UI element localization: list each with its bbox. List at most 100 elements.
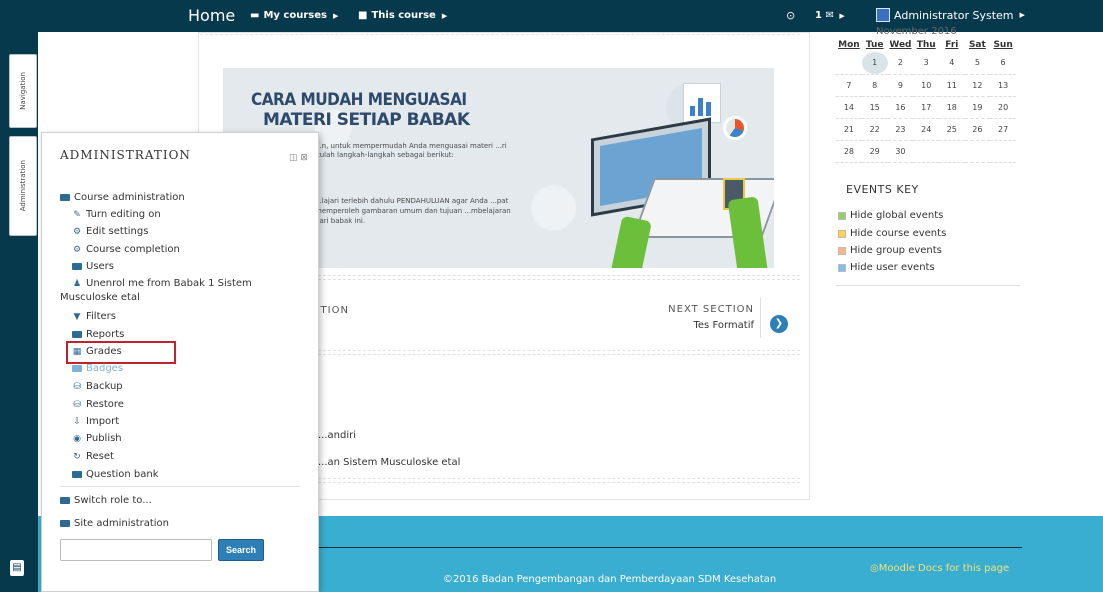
restore-link[interactable]: ⛁ Restore: [72, 399, 124, 410]
calendar-month: November 2016: [876, 26, 957, 37]
calendar-day[interactable]: 20: [990, 96, 1016, 119]
question-bank-node[interactable]: Question bank: [72, 469, 159, 480]
next-section-name[interactable]: Tes Formatif: [660, 320, 755, 331]
calendar-day[interactable]: 8: [861, 74, 888, 97]
day-header: Sat: [968, 40, 986, 50]
import-link[interactable]: ⇩ Import: [72, 416, 119, 427]
day-header: Sun: [993, 40, 1013, 50]
backup-link[interactable]: ⛁ Backup: [72, 381, 123, 392]
calendar-day[interactable]: 29: [861, 140, 888, 163]
dock-tab-administration-label: Administration: [19, 160, 27, 212]
event-toggle-course[interactable]: Hide course events: [838, 228, 946, 239]
dock-toggle-icon[interactable]: ▤: [10, 560, 24, 576]
unenrol-link[interactable]: ♟ Unenrol me from Babak 1 Sistem: [72, 278, 252, 289]
switch-role-node[interactable]: Switch role to...: [60, 495, 152, 506]
activity-link[interactable]: ...an Sistem Musculoske etal: [318, 457, 460, 468]
course-administration-node[interactable]: Course administration: [60, 192, 185, 203]
folder-icon: [60, 194, 70, 201]
reports-node[interactable]: Reports: [72, 329, 124, 340]
event-toggle-user[interactable]: Hide user events: [838, 262, 935, 273]
calendar-day[interactable]: 18: [939, 96, 965, 119]
course-completion-link[interactable]: ⚙ Course completion: [72, 244, 180, 255]
calendar-day[interactable]: 16: [887, 96, 914, 119]
next-section-title[interactable]: NEXT SECTION: [660, 304, 754, 315]
calendar-day[interactable]: 6: [990, 52, 1016, 75]
calendar-day[interactable]: 10: [913, 74, 940, 97]
calendar-day[interactable]: 2: [887, 52, 914, 75]
help-icon[interactable]: ⊙: [786, 9, 795, 22]
moodle-page: Home ▬ My courses ▶ ■ This course ▶ ⊙ 1 …: [0, 0, 1103, 592]
event-toggle-global[interactable]: Hide global events: [838, 210, 943, 221]
pencil-icon: ✎: [73, 209, 81, 220]
dock-tab-administration[interactable]: Administration: [9, 136, 37, 236]
events-key-title: EVENTS KEY: [846, 183, 919, 196]
calendar-day[interactable]: 4: [939, 52, 965, 75]
calendar-day[interactable]: 7: [836, 74, 862, 97]
site-administration-node[interactable]: Site administration: [60, 518, 169, 529]
calendar-day[interactable]: 25: [939, 118, 965, 141]
calendar-day[interactable]: 11: [939, 74, 965, 97]
calendar-day-today[interactable]: 1: [861, 52, 888, 75]
calendar-day[interactable]: 9: [887, 74, 914, 97]
menu-label: Unenrol me from Babak 1 Sistem: [86, 278, 252, 289]
calendar-day[interactable]: 5: [964, 52, 991, 75]
calendar-day[interactable]: 26: [964, 118, 991, 141]
book-icon: ■: [358, 10, 368, 21]
reset-link[interactable]: ↻ Reset: [72, 451, 114, 462]
grades-link[interactable]: ▦ Grades: [72, 346, 122, 357]
calendar-day[interactable]: 14: [836, 96, 862, 119]
calendar-day[interactable]: 22: [861, 118, 888, 141]
day-header: Tue: [865, 40, 884, 50]
calendar-day[interactable]: 23: [887, 118, 914, 141]
calendar-day[interactable]: 30: [887, 140, 914, 163]
calendar-day[interactable]: 24: [913, 118, 940, 141]
switch-role-label: Switch role to...: [74, 495, 152, 506]
edit-settings-link[interactable]: ⚙ Edit settings: [72, 226, 148, 237]
calendar-day[interactable]: 13: [990, 74, 1016, 97]
next-section-arrow-icon[interactable]: ❯: [770, 315, 788, 333]
filter-icon: ▼: [73, 311, 81, 322]
dock-tab-navigation[interactable]: Navigation: [9, 54, 37, 128]
gear-icon: ⚙: [72, 244, 82, 255]
admin-search-input[interactable]: [60, 539, 212, 561]
user-icon: ♟: [72, 278, 82, 289]
folder-icon: [72, 471, 82, 478]
moodle-docs-link[interactable]: ◎Moodle Docs for this page: [870, 563, 1009, 574]
activity-link[interactable]: ...andiri: [318, 430, 356, 441]
course-event-swatch-icon: [838, 229, 846, 238]
banner-text-1: ...n, untuk mempermudah Anda menguasai m…: [315, 142, 507, 159]
user-menu[interactable]: Administrator System ▶: [876, 8, 1025, 22]
day-header: Wed: [889, 40, 912, 50]
home-link[interactable]: Home: [188, 6, 235, 25]
menu-label: Users: [86, 261, 115, 272]
filters-link[interactable]: ▼ Filters: [72, 311, 116, 322]
menu-label: Import: [86, 416, 120, 427]
calendar-day[interactable]: 15: [861, 96, 888, 119]
calendar-day[interactable]: 21: [836, 118, 862, 141]
calendar-day[interactable]: 28: [836, 140, 862, 163]
calendar-day[interactable]: 3: [913, 52, 940, 75]
users-node[interactable]: Users: [72, 261, 114, 272]
this-course-menu[interactable]: ■ This course ▶: [358, 10, 447, 21]
menu-label: Turn editing on: [86, 209, 161, 220]
calendar-day[interactable]: 12: [964, 74, 991, 97]
messages-menu[interactable]: 1 ✉ ▶: [815, 10, 845, 21]
my-courses-menu[interactable]: ▬ My courses ▶: [250, 10, 338, 21]
menu-label: Backup: [86, 381, 123, 392]
footer-copyright: ©2016 Badan Pengembangan dan Pemberdayaa…: [443, 574, 777, 585]
caret-right-icon: ▶: [332, 11, 339, 20]
menu-label: Filters: [86, 311, 116, 322]
event-toggle-group[interactable]: Hide group events: [838, 245, 942, 256]
moodle-docs-label: Moodle Docs for this page: [878, 563, 1010, 574]
unenrol-link-continued[interactable]: Musculoske etal: [60, 292, 140, 303]
calendar-day[interactable]: 19: [964, 96, 991, 119]
calendar-day[interactable]: 27: [990, 118, 1016, 141]
admin-search-button[interactable]: Search: [218, 539, 264, 561]
publish-link[interactable]: ◉ Publish: [72, 433, 122, 444]
calendar-day: [964, 140, 991, 163]
calendar-day[interactable]: 17: [913, 96, 940, 119]
turn-editing-on-link[interactable]: ✎ Turn editing on: [72, 209, 161, 220]
badges-node[interactable]: Badges: [72, 363, 123, 374]
dock-block-icon[interactable]: ◫: [289, 153, 298, 163]
close-icon[interactable]: ⊠: [300, 153, 308, 163]
